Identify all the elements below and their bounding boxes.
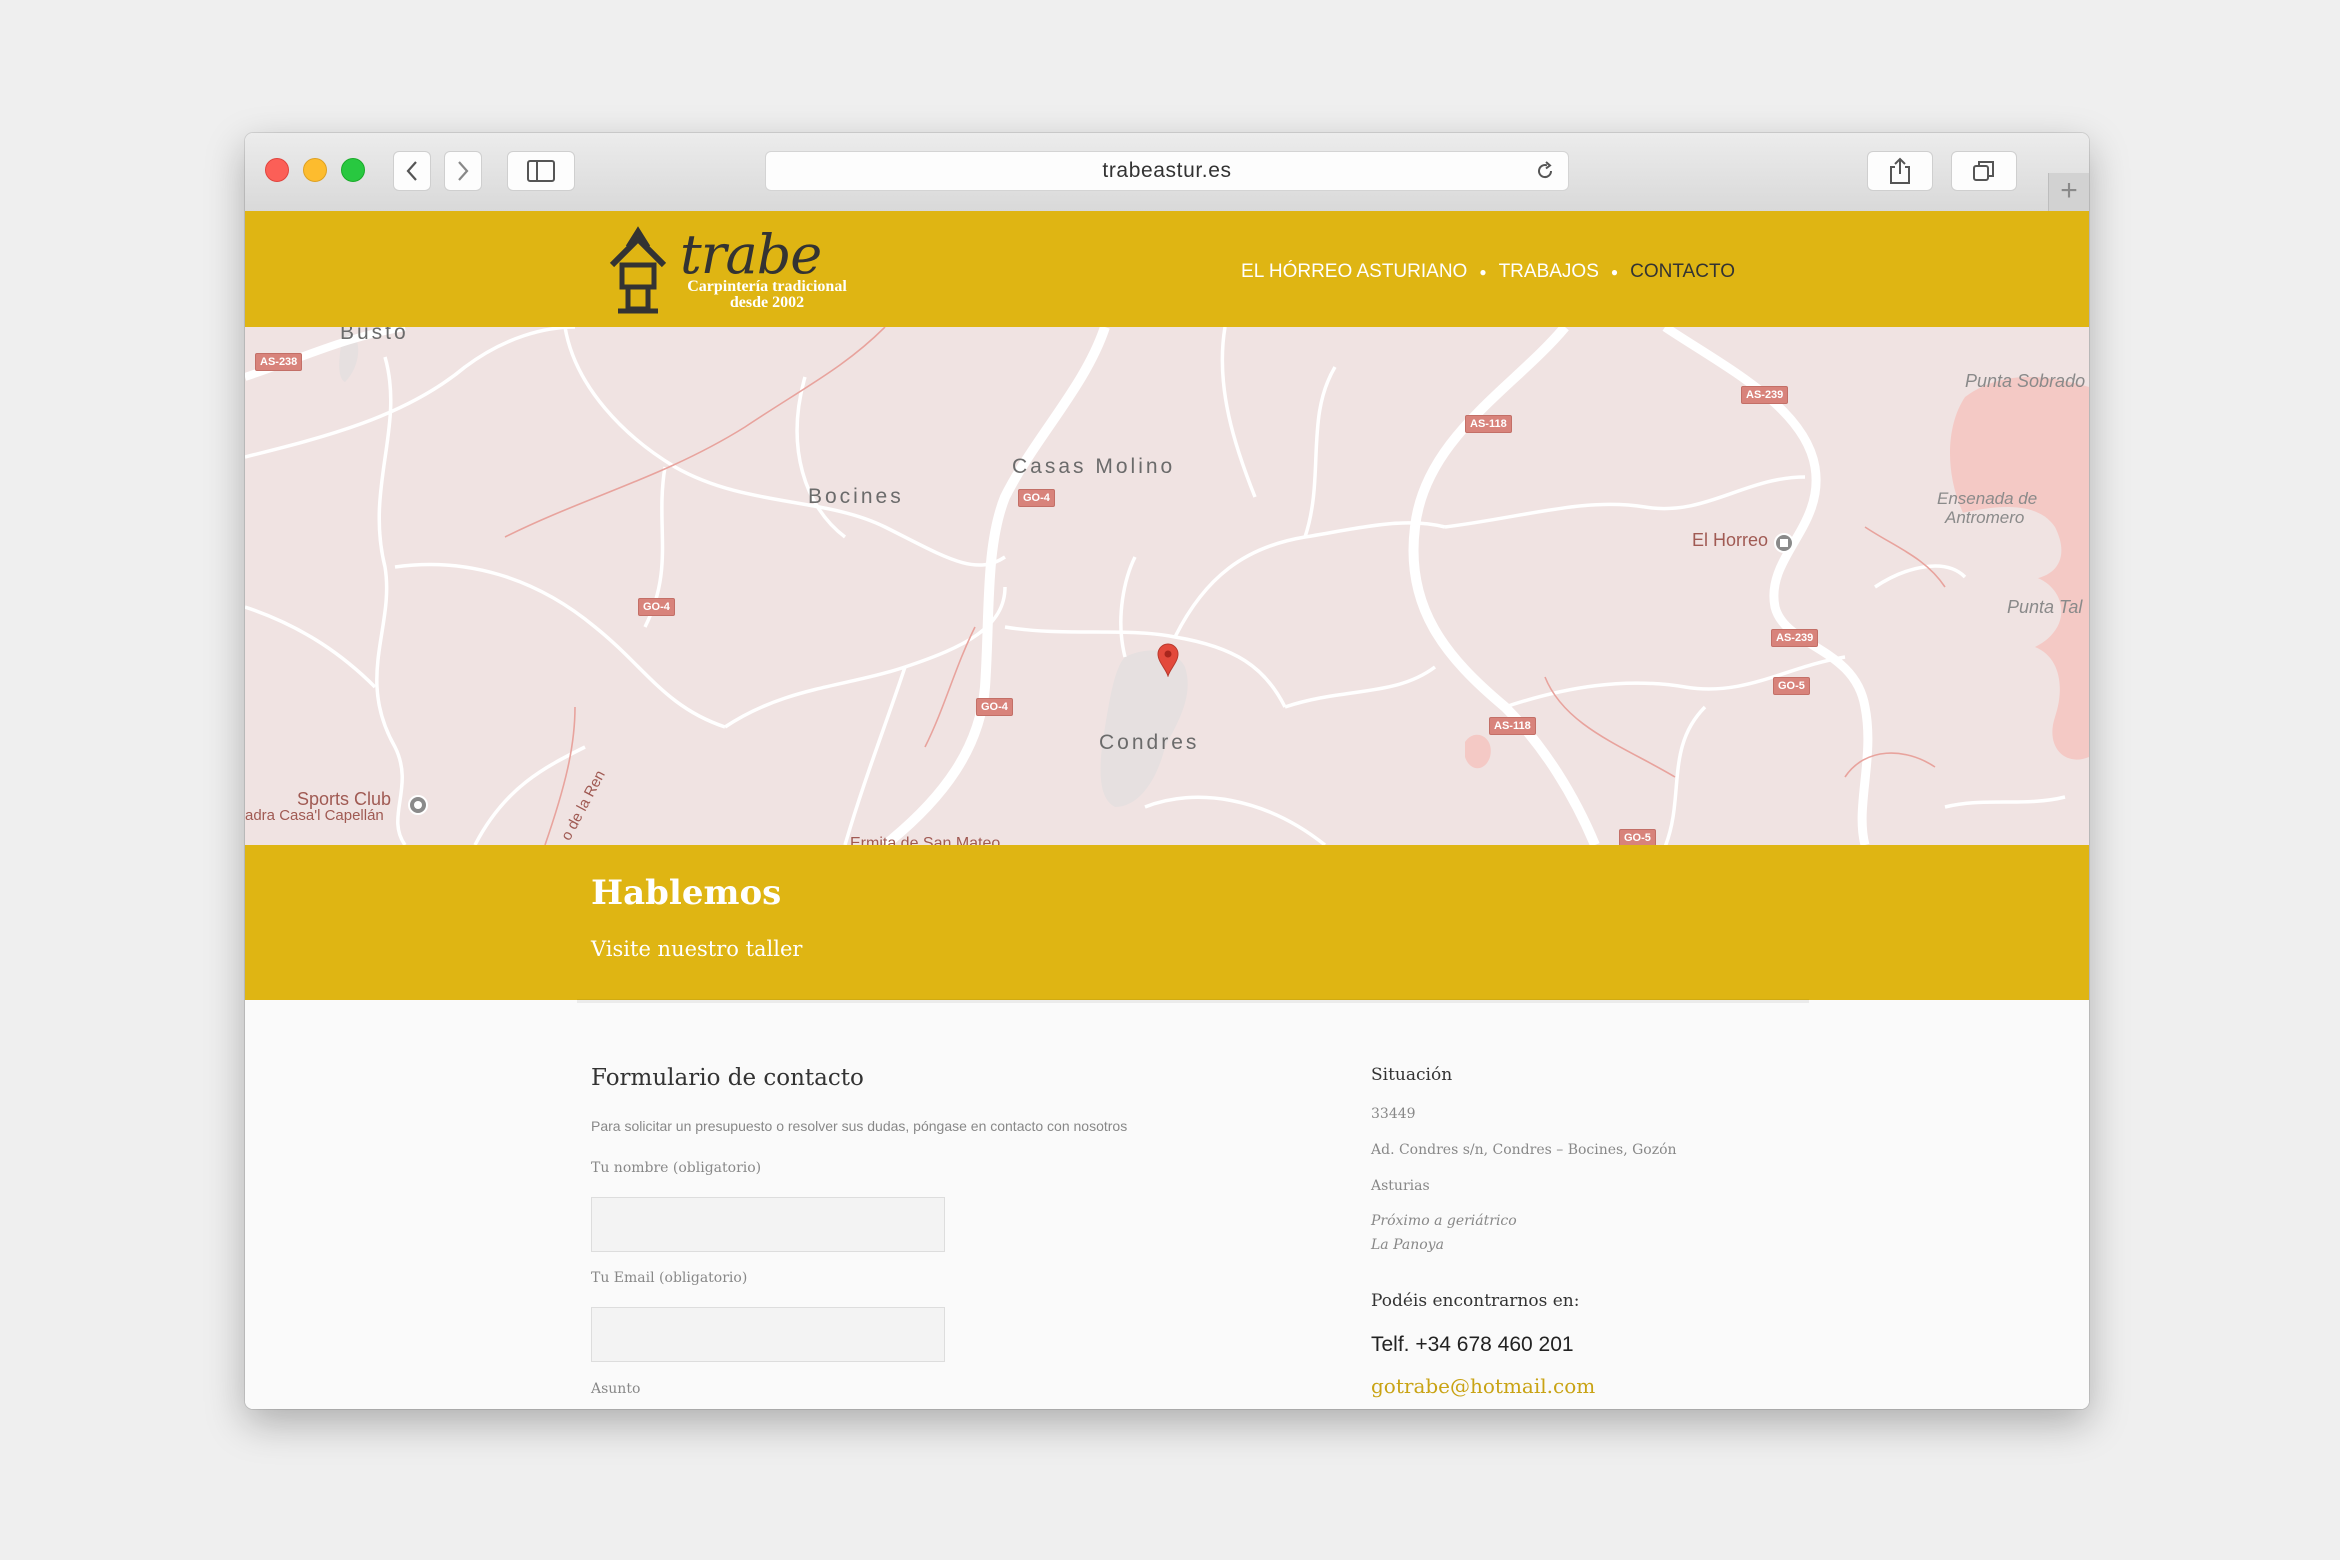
el-horreo-poi-icon (1774, 533, 1794, 553)
address-bar[interactable]: trabeastur.es (765, 151, 1569, 191)
banner-subtitle: Visite nuestro taller (591, 937, 803, 961)
nav-trabajos[interactable]: TRABAJOS (1499, 261, 1599, 283)
map-water-antromero: Antromero (1945, 508, 2025, 527)
plus-icon: + (2060, 174, 2078, 207)
reload-icon[interactable] (1534, 160, 1556, 182)
location-map[interactable]: Busto Bocines Casas Molino Condres Sport… (245, 327, 2089, 845)
nav-el-horreo-asturiano[interactable]: EL HÓRREO ASTURIANO (1241, 261, 1467, 283)
logo-tagline: Carpintería tradicional desde 2002 (674, 279, 860, 311)
find-us-heading: Podéis encontrarnos en: (1371, 1291, 1580, 1311)
map-water-punta-tal: Punta Tal (2007, 597, 2083, 617)
main-nav: EL HÓRREO ASTURIANO ● TRABAJOS ● CONTACT… (1241, 261, 1735, 283)
logo-tagline-line-2: desde 2002 (729, 294, 805, 311)
horreo-logo-icon (609, 226, 667, 314)
page-banner: Hablemos Visite nuestro taller (245, 845, 2089, 1000)
road-shield: GO-4 (1018, 489, 1055, 507)
address-line: Ad. Condres s/n, Condres – Bocines, Gozó… (1371, 1142, 1677, 1158)
site-logo[interactable]: trabe Carpintería tradicional desde 2002 (606, 225, 886, 317)
map-water-ensenada: Ensenada de (1937, 489, 2038, 508)
road-shield: AS-239 (1771, 629, 1819, 647)
contact-section: Formulario de contacto Para solicitar un… (245, 1003, 2089, 1409)
nearby-line-2: La Panoya (1371, 1237, 1444, 1253)
zoom-window-button[interactable] (341, 158, 365, 182)
email-link[interactable]: gotrabe@hotmail.com (1371, 1374, 1595, 1398)
share-icon (1890, 157, 1910, 184)
site-header: trabe Carpintería tradicional desde 2002… (245, 211, 2089, 327)
map-poi-ermita[interactable]: Ermita de San Mateo (850, 835, 1000, 845)
name-field[interactable] (591, 1197, 945, 1252)
postal-code: 33449 (1371, 1106, 1416, 1122)
sidebar-button[interactable] (507, 151, 575, 191)
map-pin-icon[interactable] (1157, 643, 1179, 677)
tabs-button[interactable] (1951, 151, 2017, 191)
chevron-right-icon (458, 161, 469, 181)
phone-number[interactable]: Telf. +34 678 460 201 (1371, 1333, 1574, 1357)
road-shield: AS-118 (1465, 415, 1512, 433)
nav-contacto[interactable]: CONTACTO (1630, 261, 1735, 283)
map-poi-el-horreo[interactable]: El Horreo (1692, 530, 1768, 551)
close-window-button[interactable] (265, 158, 289, 182)
email-field-label: Tu Email (obligatorio) (591, 1270, 748, 1286)
nearby-line-1: Próximo a geriátrico (1371, 1213, 1517, 1229)
url-text: trabeastur.es (1102, 159, 1232, 182)
road-shield: GO-4 (976, 698, 1013, 716)
browser-toolbar: trabeastur.es + (245, 133, 2089, 212)
road-shield: GO-4 (638, 598, 675, 616)
logo-wordmark: trabe (680, 223, 822, 286)
map-place-busto: Busto (340, 327, 409, 344)
sidebar-icon (527, 160, 555, 182)
map-water-punta-sobrado: Punta Sobrado (1965, 371, 2086, 391)
map-place-bocines: Bocines (808, 485, 904, 508)
new-tab-button[interactable]: + (2048, 173, 2089, 211)
nav-separator: ● (1479, 265, 1487, 279)
share-button[interactable] (1867, 151, 1933, 191)
browser-window: trabeastur.es + trabe Carpintería tradic… (245, 133, 2089, 1409)
road-shield: AS-118 (1489, 717, 1536, 735)
map-roads (245, 327, 2089, 845)
subject-field-label: Asunto (591, 1381, 641, 1397)
form-description: Para solicitar un presupuesto o resolver… (591, 1118, 1128, 1134)
logo-tagline-line-1: Carpintería tradicional (687, 278, 847, 295)
nearby-reference: Próximo a geriátrico La Panoya (1371, 1209, 1517, 1257)
map-place-casas-molino: Casas Molino (1012, 455, 1176, 478)
form-title: Formulario de contacto (591, 1065, 864, 1091)
nav-separator: ● (1610, 265, 1619, 279)
road-shield: AS-239 (1741, 386, 1789, 404)
road-shield: AS-238 (255, 353, 303, 371)
name-field-label: Tu nombre (obligatorio) (591, 1160, 762, 1176)
road-shield: GO-5 (1619, 829, 1656, 845)
banner-title: Hablemos (591, 873, 782, 913)
back-button[interactable] (393, 151, 431, 191)
map-place-condres: Condres (1099, 731, 1200, 754)
email-field[interactable] (591, 1307, 945, 1362)
situation-heading: Situación (1371, 1065, 1453, 1085)
chevron-left-icon (406, 161, 417, 181)
forward-button[interactable] (444, 151, 482, 191)
tabs-icon (1973, 161, 1994, 181)
sports-club-poi-icon (408, 795, 428, 815)
road-shield: GO-5 (1773, 677, 1810, 695)
map-poi-casa-capellan[interactable]: adra Casa'l Capellán (245, 807, 384, 824)
region-line: Asturias (1371, 1178, 1430, 1194)
minimize-window-button[interactable] (303, 158, 327, 182)
